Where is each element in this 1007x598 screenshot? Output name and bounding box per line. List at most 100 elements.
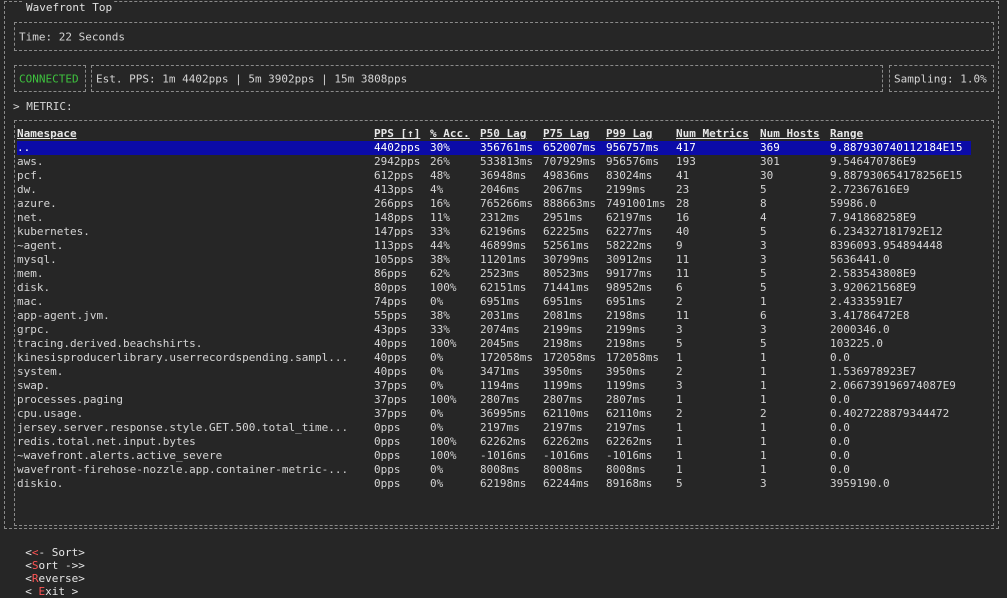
table-row[interactable]: swap. 37pps 0% 1194ms 1199ms 1199ms 3 1 2.066739… — [17, 379, 971, 393]
cell-p75-lag: 2067ms — [543, 183, 583, 196]
cell-pps: 105pps — [374, 253, 414, 266]
cell-namespace: cpu.usage. — [17, 407, 84, 420]
cell-num-hosts: 5 — [760, 225, 767, 238]
pps-text: Est. PPS: 1m 4402pps | 5m 3902pps | 15m … — [96, 72, 408, 85]
table-row[interactable]: cpu.usage. 37pps 0% 36995ms 62110ms 62110ms 2 2… — [17, 407, 971, 421]
cell-accuracy: 100% — [430, 337, 457, 350]
cell-num-metrics: 41 — [676, 169, 690, 182]
cell-namespace: .. — [17, 141, 374, 155]
table-row[interactable]: wavefront-firehose-nozzle.app.container-… — [17, 463, 971, 477]
table-row[interactable]: ~wavefront.alerts.active_severe 0pps 100% -… — [17, 449, 971, 463]
cell-p75-lag: 2198ms — [543, 337, 583, 350]
cell-num-hosts: 1 — [760, 449, 767, 462]
table-row[interactable]: diskio. 0pps 0% 62198ms 62244ms 89168ms 5 3 3959… — [17, 477, 971, 491]
table-row[interactable]: disk. 80pps 100% 62151ms 71441ms 98952ms 6 5 3.9… — [17, 281, 971, 295]
cell-pps: 40pps — [374, 365, 408, 378]
cell-namespace: aws. — [17, 155, 44, 168]
cell-namespace: azure. — [17, 197, 57, 210]
table-row[interactable]: system. 40pps 0% 3471ms 3950ms 3950ms 2 1 1.5369… — [17, 365, 971, 379]
cell-pps: 43pps — [374, 323, 408, 336]
table-row[interactable]: net. 148pps 11% 2312ms 2951ms 62197ms 16 4 7.941… — [17, 211, 971, 225]
cell-accuracy: 48% — [430, 169, 450, 182]
cell-accuracy: 100% — [430, 435, 457, 448]
cell-accuracy: 0% — [430, 463, 444, 476]
table-row[interactable]: kinesisproducerlibrary.userrecordspendin… — [17, 351, 971, 365]
exit-key[interactable]: < Exit > — [25, 585, 78, 598]
table-row[interactable]: .. 4402pps 30% 356761ms 652007ms 956757ms 417 3… — [17, 141, 971, 155]
cell-namespace: wavefront-firehose-nozzle.app.container-… — [17, 463, 349, 476]
cell-pps: 113pps — [374, 239, 414, 252]
table-row[interactable]: mac. 74pps 0% 6951ms 6951ms 6951ms 2 1 2.4333591… — [17, 295, 971, 309]
cell-num-hosts: 30 — [760, 169, 774, 182]
cell-p99-lag: 58222ms — [606, 239, 653, 252]
table-row[interactable]: ~agent. 113pps 44% 46899ms 52561ms 58222ms 9 3 8… — [17, 239, 971, 253]
cell-p99-lag: 89168ms — [606, 477, 653, 490]
table-row[interactable]: mem. 86pps 62% 2523ms 80523ms 99177ms 11 5 2.583… — [17, 267, 971, 281]
sort-left-key[interactable]: <<- Sort> — [25, 546, 85, 559]
column-header-p75-lag[interactable]: P75 Lag — [543, 127, 606, 141]
cell-num-hosts: 3 — [760, 253, 767, 266]
table-row[interactable]: app-agent.jvm. 55pps 38% 2031ms 2081ms 2198ms… — [17, 309, 971, 323]
cell-num-metrics: 417 — [676, 141, 760, 155]
cell-p50-lag: 46899ms — [480, 239, 527, 252]
column-header-num-hosts[interactable]: Num Hosts — [760, 127, 830, 141]
cell-num-hosts: 3 — [760, 239, 767, 252]
cell-pps: 0pps — [374, 449, 401, 462]
table-row[interactable]: aws. 2942pps 26% 533813ms 707929ms 956576ms 19… — [17, 155, 971, 169]
column-header-pps[interactable]: PPS [↑] — [374, 127, 430, 141]
cell-p75-lag: 80523ms — [543, 267, 590, 280]
table-row[interactable]: grpc. 43pps 33% 2074ms 2199ms 2199ms 3 3 2000346… — [17, 323, 971, 337]
cell-p99-lag: 956757ms — [606, 141, 676, 155]
table-row[interactable]: kubernetes. 147pps 33% 62196ms 62225ms 62277m… — [17, 225, 971, 239]
table-row[interactable]: jersey.server.response.style.GET.500.tot… — [17, 421, 971, 435]
column-header-p99-lag[interactable]: P99 Lag — [606, 127, 676, 141]
column-header-num-metrics[interactable]: Num Metrics — [676, 127, 760, 141]
cell-p50-lag: -1016ms — [480, 449, 527, 462]
cell-p50-lag: 62196ms — [480, 225, 527, 238]
sort-right-key[interactable]: <Sort ->> — [25, 559, 85, 572]
cell-range: 3.41786472E8 — [830, 309, 910, 322]
table-row[interactable]: mysql. 105pps 38% 11201ms 30799ms 30912ms 11 3 5… — [17, 253, 971, 267]
cell-range: 6.234327181792E12 — [830, 225, 943, 238]
table-row[interactable]: redis.total.net.input.bytes 0pps 100% 62262… — [17, 435, 971, 449]
cell-num-metrics: 11 — [676, 253, 690, 266]
cell-num-hosts: 5 — [760, 337, 767, 350]
cell-num-metrics: 193 — [676, 155, 696, 168]
cell-p99-lag: -1016ms — [606, 449, 653, 462]
cell-p75-lag: 172058ms — [543, 351, 596, 364]
cell-pps: 148pps — [374, 211, 414, 224]
column-header-p50-lag[interactable]: P50 Lag — [480, 127, 543, 141]
column-header-accuracy[interactable]: % Acc. — [430, 127, 480, 141]
cell-range: 0.0 — [830, 435, 850, 448]
cell-pps: 86pps — [374, 267, 408, 280]
cell-p75-lag: 2081ms — [543, 309, 583, 322]
cell-namespace: tracing.derived.beachshirts. — [17, 337, 203, 350]
table-row[interactable]: dw. 413pps 4% 2046ms 2067ms 2199ms 23 5 2.723676… — [17, 183, 971, 197]
cell-p75-lag: 62244ms — [543, 477, 590, 490]
cell-p99-lag: 62262ms — [606, 435, 653, 448]
cell-p99-lag: 2807ms — [606, 393, 646, 406]
cell-p99-lag: 2199ms — [606, 323, 646, 336]
cell-namespace: jersey.server.response.style.GET.500.tot… — [17, 421, 349, 434]
table-row[interactable]: azure. 266pps 16% 765266ms 888663ms 7491001ms… — [17, 197, 971, 211]
cell-num-hosts: 1 — [760, 421, 767, 434]
cell-namespace: processes.paging — [17, 393, 123, 406]
table-row[interactable]: tracing.derived.beachshirts. 40pps 100% 204… — [17, 337, 971, 351]
column-header-range[interactable]: Range — [830, 127, 971, 141]
cell-accuracy: 0% — [430, 295, 444, 308]
cell-num-hosts: 6 — [760, 309, 767, 322]
table-row[interactable]: processes.paging 37pps 100% 2807ms 2807ms 280… — [17, 393, 971, 407]
cell-accuracy: 100% — [430, 393, 457, 406]
cell-p50-lag: 2197ms — [480, 421, 520, 434]
cell-accuracy: 100% — [430, 281, 457, 294]
column-header-namespace[interactable]: Namespace — [17, 127, 374, 141]
metric-filter-input[interactable]: > METRIC: — [13, 100, 73, 113]
cell-pps: 40pps — [374, 351, 408, 364]
cell-num-hosts: 1 — [760, 351, 767, 364]
cell-p99-lag: 6951ms — [606, 295, 646, 308]
cell-num-hosts: 1 — [760, 463, 767, 476]
reverse-key[interactable]: <Reverse> — [25, 572, 85, 585]
table-row[interactable]: pcf. 612pps 48% 36948ms 49836ms 83024ms 41 30 9.… — [17, 169, 971, 183]
cell-p99-lag: 172058ms — [606, 351, 659, 364]
cell-p99-lag: 2199ms — [606, 183, 646, 196]
